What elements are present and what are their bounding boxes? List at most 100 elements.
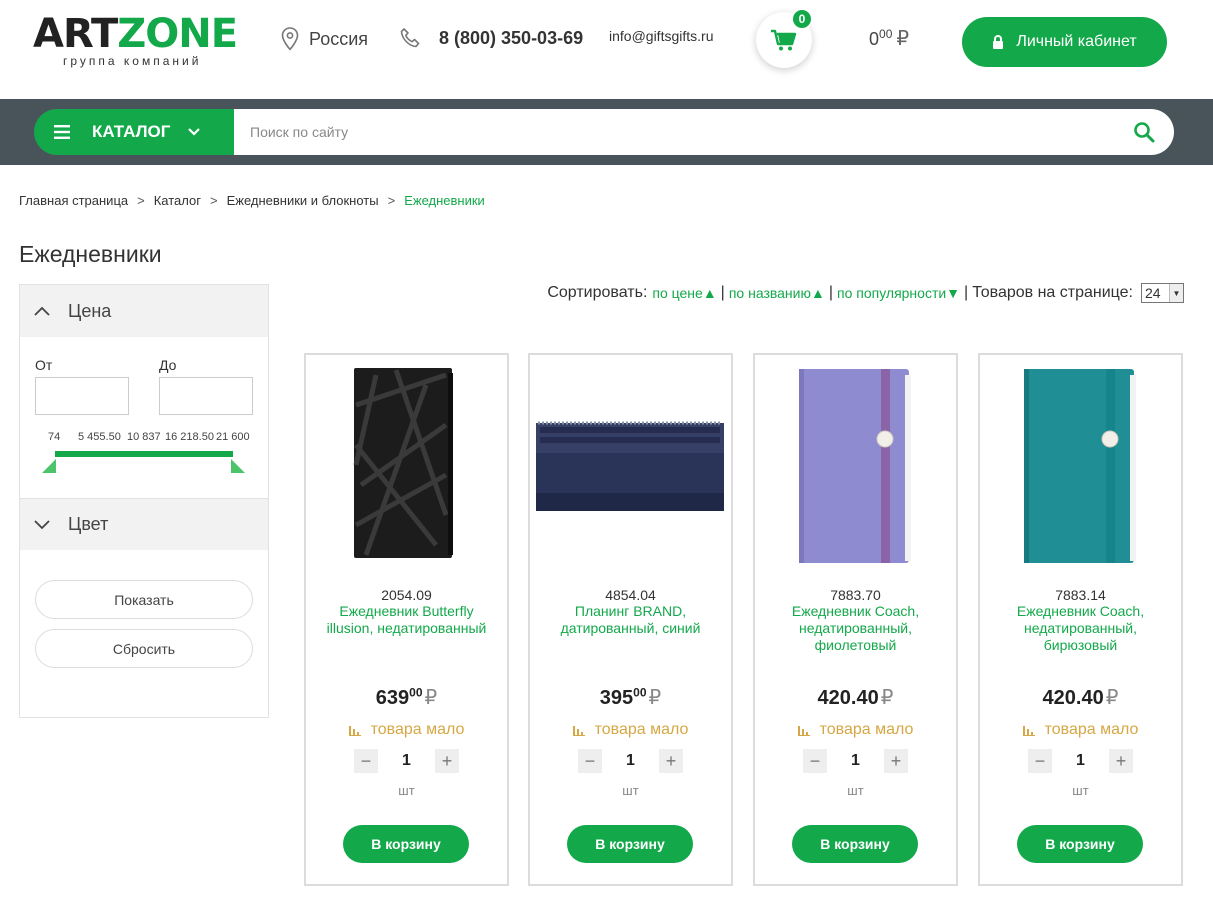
price-slider-max-handle[interactable] xyxy=(231,459,245,473)
email-link[interactable]: info@giftsgifts.ru xyxy=(609,28,713,44)
qty-unit: шт xyxy=(398,783,415,798)
scale-min: 74 xyxy=(48,431,61,443)
qty-minus-button[interactable]: − xyxy=(578,749,602,773)
color-filter-header[interactable]: Цвет xyxy=(20,498,268,550)
qty-value[interactable]: 1 xyxy=(851,752,860,770)
product-name-link[interactable]: Ежедневник Coach, недатированный, фиолет… xyxy=(765,603,946,654)
quantity-stepper: − 1 + xyxy=(578,749,683,773)
price-filter-title: Цена xyxy=(68,300,112,321)
stock-level-icon xyxy=(1022,726,1035,736)
add-to-cart-button[interactable]: В корзину xyxy=(567,825,693,863)
quantity-stepper: − 1 + xyxy=(354,749,459,773)
qty-value[interactable]: 1 xyxy=(1076,752,1085,770)
product-name-link[interactable]: Планинг BRAND, датированный, синий xyxy=(540,603,721,637)
product-price: 63900 ₽ xyxy=(375,685,438,709)
product-image-violet-notebook[interactable] xyxy=(755,365,956,565)
sort-separator: | xyxy=(720,284,725,301)
breadcrumb-home[interactable]: Главная страница xyxy=(19,193,128,208)
product-image-teal-notebook[interactable] xyxy=(980,365,1181,565)
stock-level-icon xyxy=(348,726,361,736)
qty-plus-button[interactable]: + xyxy=(435,749,459,773)
breadcrumb-diaries-notebooks[interactable]: Ежедневники и блокноты xyxy=(227,193,379,208)
product-image-navy-planner[interactable] xyxy=(530,365,731,565)
product-card[interactable]: 7883.14 Ежедневник Coach, недатированный… xyxy=(978,353,1183,886)
show-button[interactable]: Показать xyxy=(35,580,253,619)
product-sku: 7883.14 xyxy=(1055,587,1106,603)
catalog-search-bar: КАТАЛОГ xyxy=(0,99,1213,165)
phone-icon xyxy=(400,28,420,48)
account-button[interactable]: Личный кабинет xyxy=(962,17,1167,67)
lock-icon xyxy=(993,35,1004,49)
cart-count-badge: 0 xyxy=(791,8,813,30)
phone-number: 8 (800) 350-03-69 xyxy=(439,27,584,48)
qty-value[interactable]: 1 xyxy=(626,752,635,770)
add-to-cart-button[interactable]: В корзину xyxy=(792,825,918,863)
catalog-label: КАТАЛОГ xyxy=(92,122,171,141)
color-filter-title: Цвет xyxy=(68,514,109,534)
add-to-cart-button[interactable]: В корзину xyxy=(1017,825,1143,863)
product-price: 420.40 ₽ xyxy=(1042,687,1119,709)
per-page-select[interactable]: 24 ▼ xyxy=(1141,283,1184,303)
sort-by-popularity[interactable]: по популярности▼ xyxy=(837,285,960,301)
product-card[interactable]: 7883.70 Ежедневник Coach, недатированный… xyxy=(753,353,958,886)
chevron-down-icon xyxy=(188,128,201,136)
price-range-labels: От До xyxy=(35,357,255,373)
region-selector[interactable]: Россия xyxy=(281,27,368,51)
menu-icon xyxy=(54,125,70,139)
dropdown-arrow-icon: ▼ xyxy=(1169,284,1183,302)
qty-minus-button[interactable]: − xyxy=(803,749,827,773)
site-header: ARTZONE группа компаний Россия 8 (800) 3… xyxy=(0,0,1213,99)
price-from-label: От xyxy=(35,357,53,373)
per-page-value: 24 xyxy=(1145,285,1161,301)
add-to-cart-button[interactable]: В корзину xyxy=(343,825,469,863)
reset-button[interactable]: Сбросить xyxy=(35,629,253,668)
search-input[interactable] xyxy=(234,109,1094,155)
artzone-logo[interactable]: ARTZONE группа компаний xyxy=(33,14,248,74)
qty-plus-button[interactable]: + xyxy=(659,749,683,773)
price-to-input[interactable] xyxy=(159,377,253,415)
qty-unit: шт xyxy=(1072,783,1089,798)
qty-plus-button[interactable]: + xyxy=(1109,749,1133,773)
sort-by-name[interactable]: по названию▲ xyxy=(729,285,825,301)
qty-value[interactable]: 1 xyxy=(402,752,411,770)
scale-max: 21 600 xyxy=(216,431,250,443)
price-to-label: До xyxy=(159,357,177,373)
breadcrumb-separator: > xyxy=(209,193,218,208)
breadcrumb: Главная страница > Каталог > Ежедневники… xyxy=(19,193,485,208)
product-name-link[interactable]: Ежедневник Coach, недатированный, бирюзо… xyxy=(990,603,1171,654)
price-slider-track[interactable] xyxy=(55,451,233,457)
product-name-link[interactable]: Ежедневник Butterfly illusion, недатиров… xyxy=(316,603,497,637)
account-label: Личный кабинет xyxy=(1016,33,1137,50)
breadcrumb-catalog[interactable]: Каталог xyxy=(154,193,201,208)
price-slider-min-handle[interactable] xyxy=(42,459,56,473)
quantity-stepper: − 1 + xyxy=(1028,749,1133,773)
search-icon[interactable] xyxy=(1132,120,1156,144)
stock-status: товара мало xyxy=(755,721,956,739)
qty-minus-button[interactable]: − xyxy=(1028,749,1052,773)
quantity-stepper: − 1 + xyxy=(803,749,908,773)
product-card[interactable]: 4854.04 Планинг BRAND, датированный, син… xyxy=(528,353,733,886)
price-filter-header[interactable]: Цена xyxy=(20,285,268,337)
chevron-down-icon xyxy=(34,519,50,529)
breadcrumb-current: Ежедневники xyxy=(404,193,485,208)
stock-label: товара мало xyxy=(819,721,914,738)
product-image-black-notebook[interactable] xyxy=(306,365,507,565)
sort-bar: Сортировать: по цене▲ | по названию▲ | п… xyxy=(547,283,1184,303)
sort-label: Сортировать: xyxy=(547,284,648,301)
catalog-button[interactable]: КАТАЛОГ xyxy=(34,109,236,155)
product-sku: 7883.70 xyxy=(830,587,881,603)
currency-symbol: ₽ xyxy=(896,28,910,50)
page-title: Ежедневники xyxy=(19,241,162,267)
sort-by-price[interactable]: по цене▲ xyxy=(652,285,716,301)
scale-tick: 5 455.50 xyxy=(78,431,121,443)
qty-plus-button[interactable]: + xyxy=(884,749,908,773)
logo-wordmark: ARTZONE xyxy=(33,11,238,57)
per-page-label: Товаров на странице: xyxy=(972,284,1133,301)
product-price: 39500 ₽ xyxy=(599,685,662,709)
stock-label: товара мало xyxy=(594,721,689,738)
product-card[interactable]: 2054.09 Ежедневник Butterfly illusion, н… xyxy=(304,353,509,886)
breadcrumb-separator: > xyxy=(137,193,145,208)
phone-contact[interactable]: 8 (800) 350-03-69 xyxy=(399,27,583,49)
price-from-input[interactable] xyxy=(35,377,129,415)
qty-minus-button[interactable]: − xyxy=(354,749,378,773)
